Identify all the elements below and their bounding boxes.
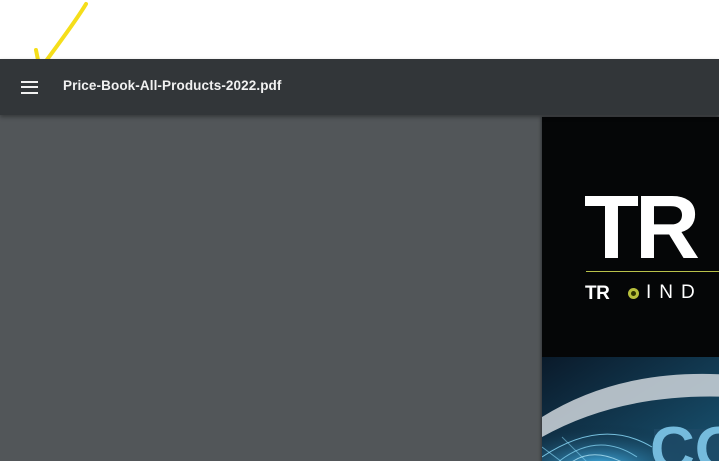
pdf-toolbar: Price-Book-All-Products-2022.pdf bbox=[0, 59, 719, 115]
brand-logo-large: TR bbox=[584, 178, 700, 278]
pdf-viewer-window: Price-Book-All-Products-2022.pdf TR TR I… bbox=[0, 0, 719, 461]
cover-heading: CO bbox=[650, 415, 719, 461]
document-title: Price-Book-All-Products-2022.pdf bbox=[63, 78, 282, 93]
brand-tagline: IND bbox=[646, 282, 703, 303]
pdf-page[interactable]: TR TR IND CO bbox=[542, 117, 719, 461]
page-top-area bbox=[0, 0, 719, 59]
logo-dot-icon bbox=[628, 288, 639, 299]
pdf-viewer-area[interactable]: TR TR IND CO bbox=[0, 115, 719, 461]
brand-logo-small: TR bbox=[585, 283, 610, 304]
divider-line bbox=[586, 271, 719, 272]
menu-button[interactable] bbox=[12, 71, 46, 103]
hamburger-menu-icon bbox=[20, 80, 38, 94]
